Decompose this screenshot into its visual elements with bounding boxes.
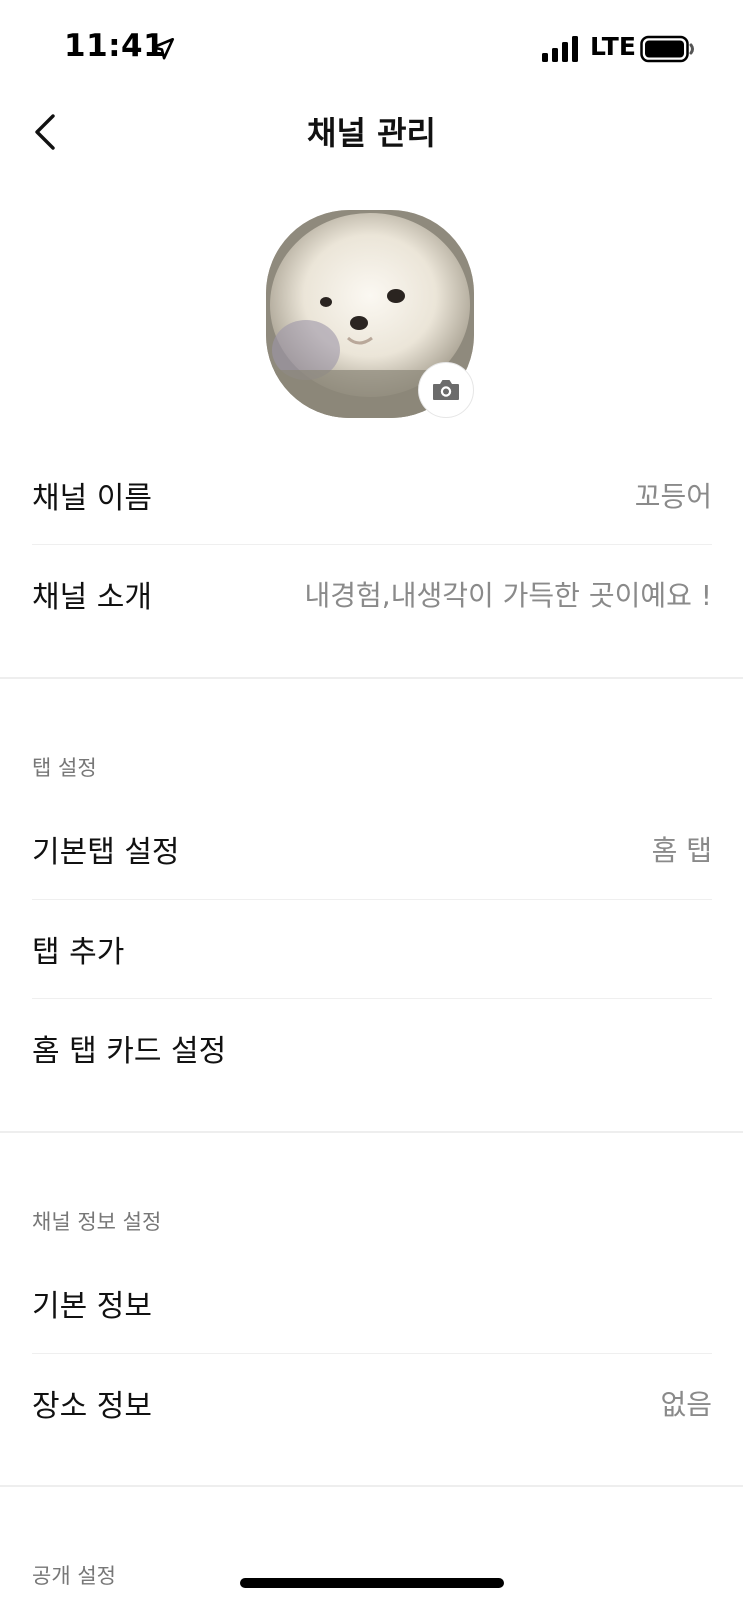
page-title: 채널 관리 [307, 114, 436, 152]
add-tab-row[interactable]: 탭 추가 [32, 900, 712, 998]
channel-name-label: 채널 이름 [32, 481, 152, 516]
home-indicator[interactable] [240, 1578, 504, 1588]
default-tab-label: 기본탭 설정 [32, 835, 180, 870]
camera-icon [433, 380, 459, 400]
channel-name-row[interactable]: 채널 이름 꼬등어 [32, 446, 712, 544]
basic-info-label: 기본 정보 [32, 1289, 152, 1324]
location-info-row[interactable]: 장소 정보 없음 [32, 1354, 712, 1452]
default-tab-row[interactable]: 기본탭 설정 홈 탭 [32, 800, 712, 898]
basic-info-row[interactable]: 기본 정보 [32, 1254, 712, 1352]
channel-name-value: 꼬등어 [634, 480, 712, 513]
section-header-channel-info: 채널 정보 설정 [32, 1210, 162, 1234]
change-photo-button[interactable] [418, 362, 474, 418]
section-divider [0, 1485, 743, 1487]
section-header-public-settings: 공개 설정 [32, 1564, 116, 1588]
home-tab-card-label: 홈 탭 카드 설정 [32, 1034, 227, 1069]
location-arrow-icon [151, 37, 175, 60]
profile-picture-area [266, 210, 474, 418]
section-divider [0, 1131, 743, 1133]
channel-intro-row[interactable]: 채널 소개 내경험,내생각이 가득한 곳이예요 ! [32, 545, 712, 643]
section-divider [0, 677, 743, 679]
location-info-value: 없음 [660, 1388, 712, 1421]
add-tab-label: 탭 추가 [32, 935, 125, 970]
home-tab-card-row[interactable]: 홈 탭 카드 설정 [32, 999, 712, 1097]
location-info-label: 장소 정보 [32, 1389, 152, 1424]
channel-intro-value: 내경험,내생각이 가득한 곳이예요 ! [304, 579, 712, 612]
default-tab-value: 홈 탭 [651, 834, 712, 867]
section-header-tab-settings: 탭 설정 [32, 756, 97, 780]
status-bar: 11:41 LTE [0, 0, 743, 96]
signal-bars-icon [542, 36, 578, 62]
network-label: LTE [590, 32, 636, 61]
channel-intro-label: 채널 소개 [32, 580, 152, 615]
battery-icon [640, 35, 694, 63]
